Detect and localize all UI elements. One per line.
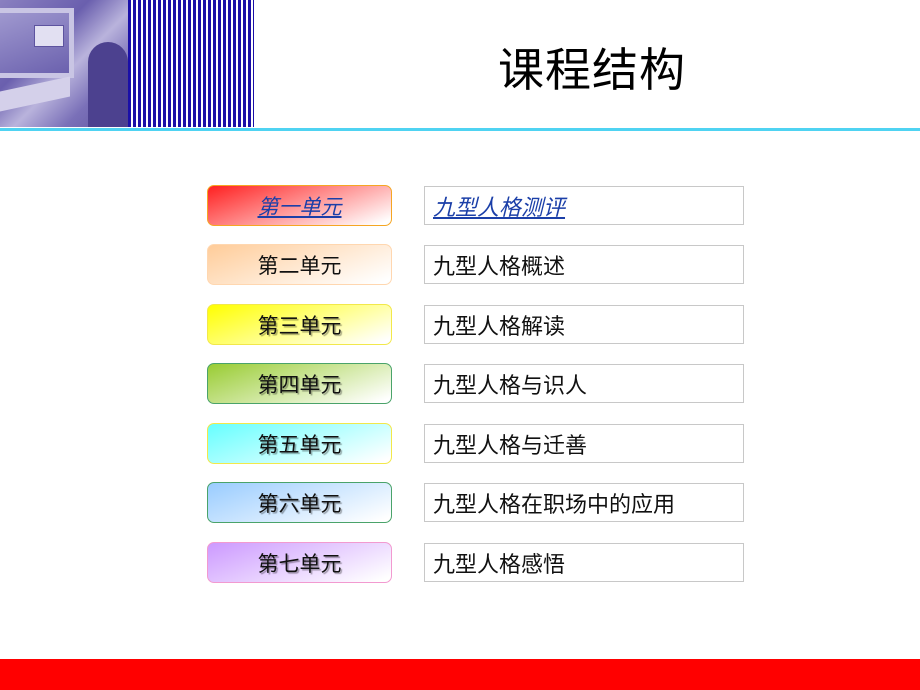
topic-label: 九型人格解读 <box>433 314 566 340</box>
topic-label: 九型人格感悟 <box>433 552 566 578</box>
unit-topic-3[interactable]: 九型人格解读 <box>424 305 744 344</box>
unit-topic-6[interactable]: 九型人格在职场中的应用 <box>424 483 744 522</box>
unit-button-5[interactable]: 第五单元 <box>207 423 392 464</box>
unit-button-6[interactable]: 第六单元 <box>207 482 392 523</box>
unit-button-7[interactable]: 第七单元 <box>207 542 392 583</box>
topic-label: 九型人格与识人 <box>433 373 588 399</box>
header-stripes-decoration <box>128 0 254 127</box>
unit-button-1[interactable]: 第一单元 <box>207 185 392 226</box>
unit-label: 第三单元 <box>257 313 342 338</box>
header-illustration <box>0 0 128 127</box>
keyboard-graphic <box>0 76 70 112</box>
unit-label: 第七单元 <box>257 551 342 576</box>
unit-topic-4[interactable]: 九型人格与识人 <box>424 364 744 403</box>
person-silhouette <box>88 42 128 127</box>
unit-topic-7[interactable]: 九型人格感悟 <box>424 543 744 582</box>
unit-topic-2[interactable]: 九型人格概述 <box>424 245 744 284</box>
unit-button-2[interactable]: 第二单元 <box>207 244 392 285</box>
page-title: 课程结构 <box>498 43 686 97</box>
topic-label: 九型人格测评 <box>433 195 566 221</box>
unit-topic-5[interactable]: 九型人格与迁善 <box>424 424 744 463</box>
unit-label: 第四单元 <box>257 372 342 397</box>
unit-label: 第二单元 <box>257 253 342 278</box>
unit-label: 第一单元 <box>257 194 342 219</box>
unit-label: 第六单元 <box>257 491 342 516</box>
footer-bar <box>0 659 920 690</box>
topic-label: 九型人格概述 <box>433 254 566 280</box>
unit-button-3[interactable]: 第三单元 <box>207 304 392 345</box>
header-divider <box>0 128 920 131</box>
topic-label: 九型人格在职场中的应用 <box>433 492 676 518</box>
unit-button-4[interactable]: 第四单元 <box>207 363 392 404</box>
topic-label: 九型人格与迁善 <box>433 433 588 459</box>
screen-window-graphic <box>34 25 64 47</box>
unit-label: 第五单元 <box>257 432 342 457</box>
unit-topic-1[interactable]: 九型人格测评 <box>424 186 744 225</box>
